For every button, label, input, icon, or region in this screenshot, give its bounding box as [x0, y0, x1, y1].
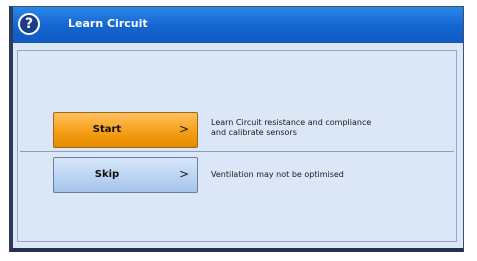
skip-button-label: Skip: [94, 169, 120, 180]
start-button[interactable]: Start >: [53, 112, 198, 148]
skip-button[interactable]: Skip >: [53, 157, 198, 193]
divider: [20, 151, 454, 152]
chevron-right-icon: >: [178, 122, 189, 136]
start-description: Learn Circuit resistance and compliance …: [211, 118, 371, 138]
learn-circuit-dialog: ? Learn Circuit Start > Learn Circuit re…: [9, 6, 464, 252]
dialog-title: Learn Circuit: [68, 17, 148, 30]
chevron-right-icon: >: [178, 167, 189, 181]
start-description-line1: Learn Circuit resistance and compliance: [211, 118, 372, 127]
skip-description: Ventilation may not be optimised: [211, 170, 344, 180]
title-bar: ? Learn Circuit: [13, 7, 463, 43]
help-icon[interactable]: ?: [18, 13, 40, 35]
start-description-line2: and calibrate sensors: [211, 128, 297, 137]
options-panel: Start > Learn Circuit resistance and com…: [17, 50, 457, 242]
start-button-label: Start: [92, 124, 122, 135]
skip-description-line1: Ventilation may not be optimised: [211, 170, 344, 179]
